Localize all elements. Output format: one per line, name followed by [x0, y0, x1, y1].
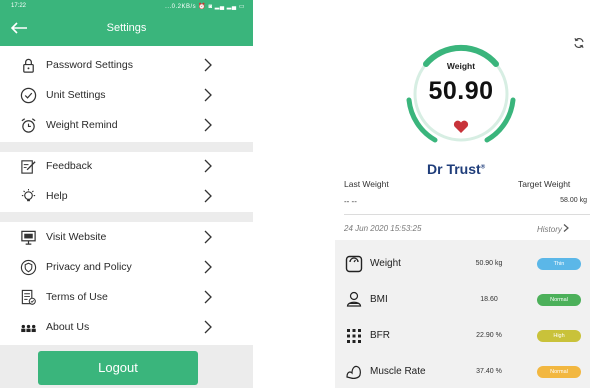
gauge-label: Weight	[446, 61, 476, 71]
metrics-list: Weight 50.90 kg Thin BMI 18.60 Normal BF…	[335, 240, 590, 388]
status-time: 17:22	[11, 3, 27, 9]
menu-item-label: Visit Website	[46, 231, 107, 243]
brand-mark: ®	[480, 164, 486, 171]
heart-icon	[453, 120, 469, 133]
brand-logo: Dr Trust®	[427, 161, 485, 177]
last-weight-value: -- --	[344, 197, 357, 206]
target-weight-value: 58.00 kg	[560, 197, 587, 204]
chevron-right-icon	[204, 88, 212, 102]
metric-value: 37.40 %	[476, 368, 502, 375]
alarm-clock-icon	[21, 118, 36, 133]
chevron-right-icon	[204, 159, 212, 173]
section-divider	[0, 212, 253, 222]
metric-name: Muscle Rate	[370, 366, 426, 377]
bmi-icon	[346, 291, 362, 307]
shield-icon	[20, 259, 37, 276]
brand-name: Dr Trust	[427, 161, 481, 177]
metric-name: BMI	[370, 294, 388, 305]
menu-item-terms-of-use[interactable]: Terms of Use	[0, 282, 253, 312]
menu-item-label: About Us	[46, 321, 90, 333]
status-bar: 17:22 ...0.2KB/s ⏰ ◙ ▂▄ ▂▄ ▭	[0, 0, 253, 12]
menu-item-label: Privacy and Policy	[46, 261, 132, 273]
menu-item-password-settings[interactable]: Password Settings	[0, 50, 253, 80]
last-weight-label: Last Weight	[344, 179, 389, 189]
menu-item-label: Password Settings	[46, 59, 133, 71]
menu-item-label: Terms of Use	[46, 291, 108, 303]
chevron-right-icon	[204, 189, 212, 203]
metric-name: Weight	[370, 258, 401, 269]
muscle-icon	[346, 365, 361, 379]
sync-icon[interactable]	[573, 37, 585, 49]
app-bar: Settings	[0, 12, 253, 46]
status-badge: Normal	[537, 294, 581, 306]
metric-value: 18.60	[480, 296, 498, 303]
metric-row-weight[interactable]: Weight 50.90 kg Thin	[335, 246, 590, 282]
history-label: History	[537, 225, 562, 234]
body-fat-icon	[347, 329, 361, 343]
menu-item-label: Feedback	[46, 160, 93, 172]
settings-screen: 17:22 ...0.2KB/s ⏰ ◙ ▂▄ ▂▄ ▭ Settings Pa…	[0, 0, 253, 388]
menu-item-help[interactable]: Help	[0, 181, 253, 211]
chevron-right-icon	[563, 224, 569, 232]
menu-item-about-us[interactable]: About Us	[0, 312, 253, 342]
chevron-right-icon	[204, 320, 212, 334]
logout-button[interactable]: Logout	[38, 351, 198, 385]
chevron-right-icon	[204, 58, 212, 72]
menu-item-visit-website[interactable]: Visit Website	[0, 222, 253, 252]
chevron-right-icon	[204, 118, 212, 132]
menu-item-label: Weight Remind	[46, 119, 118, 131]
measurement-date: 24 Jun 2020 15:53:25	[344, 224, 422, 233]
metric-value: 22.90 %	[476, 332, 502, 339]
edit-icon	[21, 160, 36, 174]
metric-row-bmi[interactable]: BMI 18.60 Normal	[335, 282, 590, 318]
page-title: Settings	[106, 22, 147, 34]
dashboard-screen: Weight 50.90 Dr Trust® Last Weight -- --…	[335, 0, 590, 388]
metric-row-muscle-rate[interactable]: Muscle Rate 37.40 % Normal	[335, 354, 590, 388]
weight-value: 50.90	[428, 77, 494, 105]
menu-item-label: Unit Settings	[46, 89, 106, 101]
menu-item-privacy-policy[interactable]: Privacy and Policy	[0, 252, 253, 282]
metric-name: BFR	[370, 330, 390, 341]
people-icon	[21, 324, 36, 333]
scale-icon	[345, 255, 363, 273]
status-badge: Normal	[537, 366, 581, 378]
bulb-icon	[21, 188, 36, 202]
document-icon	[21, 289, 36, 305]
lock-icon	[23, 58, 34, 73]
status-badge: High	[537, 330, 581, 342]
metric-value: 50.90 kg	[475, 260, 503, 267]
status-icons: ...0.2KB/s ⏰ ◙ ▂▄ ▂▄ ▭	[165, 4, 245, 10]
status-badge: Thin	[537, 258, 581, 270]
check-circle-icon	[20, 87, 37, 104]
menu-item-unit-settings[interactable]: Unit Settings	[0, 80, 253, 110]
chevron-right-icon	[204, 260, 212, 274]
target-weight-label: Target Weight	[518, 179, 571, 189]
chevron-right-icon	[204, 290, 212, 304]
history-link[interactable]: History	[537, 224, 569, 234]
divider	[344, 214, 590, 215]
monitor-icon	[21, 230, 36, 245]
menu-item-label: Help	[46, 190, 68, 202]
metric-row-bfr[interactable]: BFR 22.90 % High	[335, 318, 590, 354]
chevron-right-icon	[204, 230, 212, 244]
menu-item-weight-remind[interactable]: Weight Remind	[0, 110, 253, 140]
menu-item-feedback[interactable]: Feedback	[0, 151, 253, 181]
